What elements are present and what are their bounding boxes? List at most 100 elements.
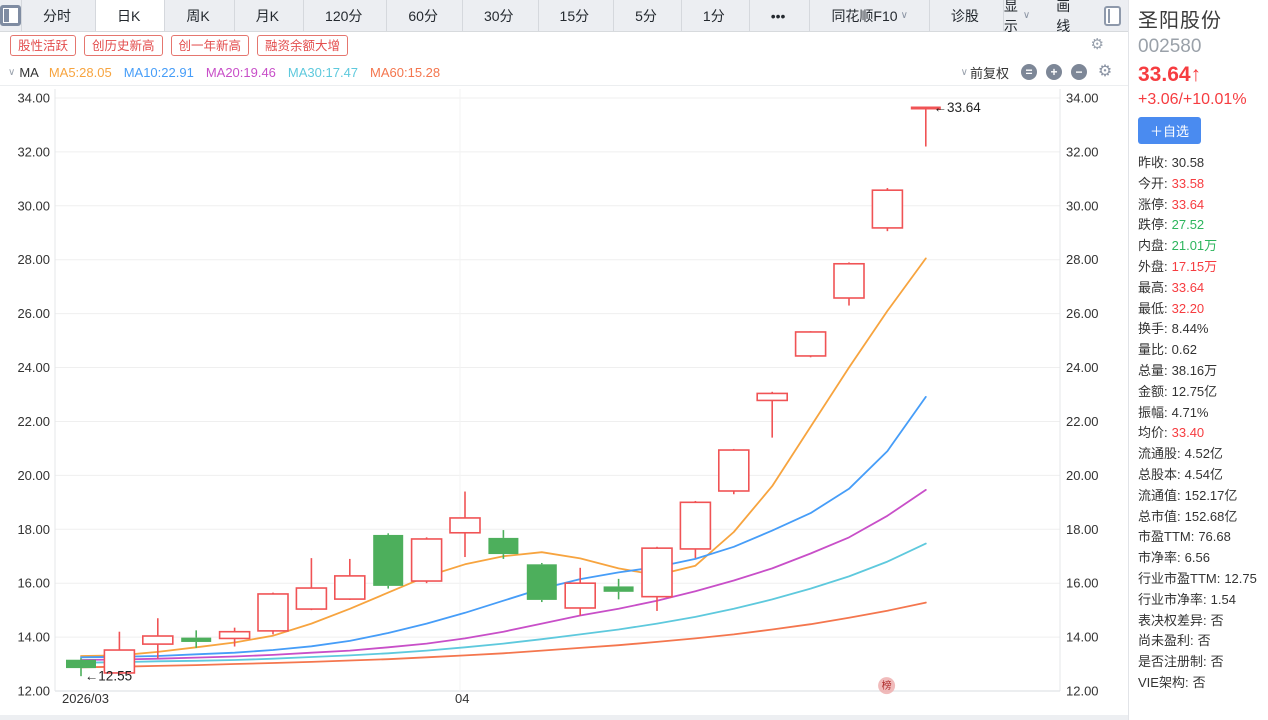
field-value: 152.17亿 <box>1185 488 1238 503</box>
svg-text:12.00: 12.00 <box>1066 684 1099 699</box>
field-value: 否 <box>1211 654 1224 669</box>
quote-field-row: 总股本:4.54亿 <box>1138 465 1262 486</box>
quote-field-row: 行业市净率:1.54 <box>1138 590 1262 611</box>
ma5-line <box>81 258 926 656</box>
stock-name: 圣阳股份 <box>1138 4 1262 33</box>
left-panel-icon <box>0 5 21 26</box>
period-tab[interactable]: 30分 <box>463 0 539 31</box>
stock-tag[interactable]: 创历史新高 <box>84 35 163 56</box>
field-label: 最低: <box>1138 301 1168 316</box>
chart-toolbar-icon[interactable]: ⚙ <box>1096 64 1114 80</box>
quote-field-row: 涨停:33.64 <box>1138 195 1262 216</box>
field-value: 30.58 <box>1172 155 1205 170</box>
tags-settings-icon[interactable]: ⚙ <box>1091 37 1104 52</box>
svg-text:18.00: 18.00 <box>17 522 50 537</box>
field-label: 金额: <box>1138 384 1168 399</box>
toolbar-right-item[interactable]: 显示 ∨ <box>1004 0 1030 36</box>
chart-toolbar-icon[interactable]: − <box>1071 64 1087 80</box>
quote-field-row: 流通股:4.52亿 <box>1138 444 1262 465</box>
toggle-left-panel-button[interactable] <box>0 0 22 31</box>
field-value: 33.64 <box>1172 280 1205 295</box>
chart-toolbar-icons: = + − ⚙ <box>1021 64 1114 80</box>
field-label: 行业市净率: <box>1138 592 1207 607</box>
svg-text:32.00: 32.00 <box>1066 144 1099 159</box>
stock-tag[interactable]: 融资余额大增 <box>257 35 348 56</box>
quote-field-row: 金额: 12.75亿 <box>1138 382 1262 403</box>
quote-field-row: 流通值:152.17亿 <box>1138 486 1262 507</box>
quote-field-row: 均价:33.40 <box>1138 423 1262 444</box>
ma30-line <box>81 544 926 663</box>
svg-text:32.00: 32.00 <box>17 144 50 159</box>
field-label: 尚未盈利: <box>1138 633 1194 648</box>
period-tab[interactable]: 同花顺F10 ∨ <box>810 0 929 31</box>
field-label: 表决权差异: <box>1138 613 1207 628</box>
svg-text:22.00: 22.00 <box>1066 414 1099 429</box>
candlestick-series <box>66 107 941 677</box>
ma-legend-item: MA60:15.28 <box>370 65 440 80</box>
quote-field-row: 最高:33.64 <box>1138 278 1262 299</box>
chevron-down-icon: ∨ <box>961 67 968 78</box>
quote-field-row: 市净率:6.56 <box>1138 548 1262 569</box>
stock-tag[interactable]: 创一年新高 <box>171 35 250 56</box>
period-tab[interactable]: 15分 <box>539 0 615 31</box>
quote-field-row: 换手:8.44% <box>1138 319 1262 340</box>
quote-field-row: 外盘:17.15万 <box>1138 257 1262 278</box>
ma-legend-item: MA5:28.05 <box>49 65 112 80</box>
quote-field-row: 市盈TTM:76.68 <box>1138 527 1262 548</box>
field-label: 总量: <box>1138 363 1168 378</box>
quote-fields: 昨收:30.58 今开:33.58 涨停:33.64 跌停:27.52 内盘:2… <box>1138 153 1262 694</box>
svg-text:24.00: 24.00 <box>1066 360 1099 375</box>
period-tab[interactable]: 周K <box>165 0 234 31</box>
quote-field-row: VIE架构:否 <box>1138 673 1262 694</box>
field-value: 否 <box>1211 613 1224 628</box>
period-tab[interactable]: 月K <box>235 0 304 31</box>
chart-toolbar-icon[interactable]: = <box>1021 64 1037 80</box>
svg-text:榜: 榜 <box>882 679 892 692</box>
toolbar-right-item[interactable]: 画线 <box>1056 0 1077 36</box>
field-value: 76.68 <box>1198 529 1231 544</box>
price-change: +3.06/+10.01% <box>1138 91 1262 109</box>
period-tab[interactable]: ••• <box>750 0 811 31</box>
price-annotation: ←33.64 <box>934 100 982 115</box>
x-axis-label: 2026/03 <box>62 691 109 706</box>
field-value: 33.58 <box>1172 176 1205 191</box>
toggle-right-panel-icon[interactable] <box>1104 6 1122 26</box>
quote-field-row: 总量:38.16万 <box>1138 361 1262 382</box>
period-tabs: 分时 日K 周K 月K <box>22 0 1004 31</box>
period-tab[interactable]: 诊股 <box>930 0 1004 31</box>
stock-tags: 股性活跃 创历史新高 创一年新高 融资余额大增 <box>10 35 348 56</box>
svg-text:12.00: 12.00 <box>17 684 50 699</box>
quote-field-row: 振幅:4.71% <box>1138 403 1262 424</box>
chart-toolbar-icon[interactable]: + <box>1046 64 1062 80</box>
period-tab[interactable]: 1分 <box>682 0 750 31</box>
field-value: 33.40 <box>1172 425 1205 440</box>
svg-text:34.00: 34.00 <box>17 91 50 106</box>
field-value: 21.01万 <box>1172 238 1218 253</box>
ma10-line <box>81 397 926 657</box>
quote-field-row: 跌停:27.52 <box>1138 215 1262 236</box>
toolbar-right-items: 显示 ∨ 画线 <box>1004 0 1078 36</box>
period-tab[interactable]: 5分 <box>614 0 682 31</box>
field-value: 12.75亿 <box>1172 384 1218 399</box>
stock-tags-bar: 股性活跃 创历史新高 创一年新高 融资余额大增 ⚙ <box>0 32 1128 59</box>
field-label: 振幅: <box>1138 405 1168 420</box>
chevron-down-icon[interactable]: ∨ <box>8 67 15 78</box>
adjust-mode-dropdown[interactable]: ∨ 前复权 <box>961 63 1009 82</box>
stock-tag[interactable]: 股性活跃 <box>10 35 76 56</box>
field-label: 市净率: <box>1138 550 1181 565</box>
field-label: 内盘: <box>1138 238 1168 253</box>
ma-legend-item: MA30:17.47 <box>288 65 358 80</box>
period-tab[interactable]: 分时 <box>22 0 96 31</box>
svg-text:30.00: 30.00 <box>1066 198 1099 213</box>
quote-field-row: 最低:32.20 <box>1138 299 1262 320</box>
quote-field-row: 今开:33.58 <box>1138 174 1262 195</box>
kline-chart[interactable]: 34.0034.0032.0032.0030.0030.0028.0028.00… <box>0 85 1128 720</box>
price-annotation: ←12.55 <box>85 669 132 684</box>
add-watchlist-button[interactable]: ＋自选 <box>1138 117 1201 144</box>
period-tab[interactable]: 日K <box>96 0 165 31</box>
period-tab[interactable]: 120分 <box>304 0 387 31</box>
ma-indicator-bar: ∨ MA MA5:28.05 MA10:22.91 MA20:19.46 MA3… <box>0 59 1128 85</box>
chevron-down-icon: ∨ <box>901 10 908 21</box>
ma-legend-item: MA10:22.91 <box>124 65 194 80</box>
period-tab[interactable]: 60分 <box>387 0 463 31</box>
